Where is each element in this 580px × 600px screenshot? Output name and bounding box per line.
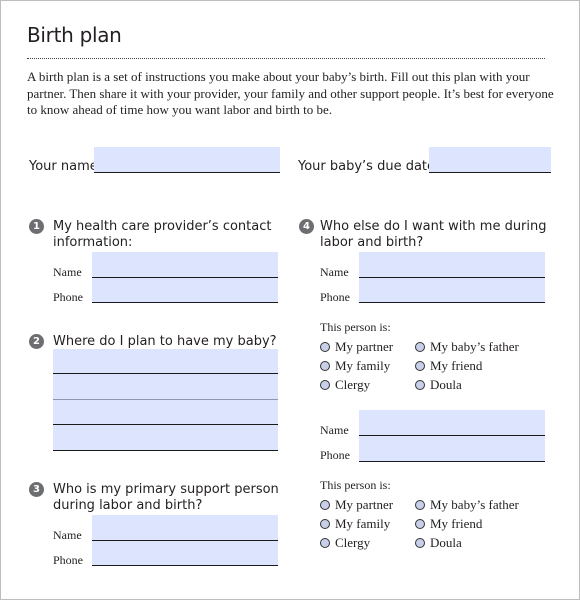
radio-icon[interactable] xyxy=(415,500,425,511)
person-1-name-label: Name xyxy=(320,265,349,279)
person-2-name-field[interactable] xyxy=(359,410,545,436)
section-1-question: My health care provider’s contact inform… xyxy=(53,219,272,250)
person-2-phone-field[interactable] xyxy=(359,436,545,462)
radio-icon[interactable] xyxy=(415,519,425,530)
person-2-option-my-friend[interactable]: My friend xyxy=(415,516,482,532)
section-2-badge: 2 xyxy=(29,334,44,349)
radio-icon[interactable] xyxy=(320,342,330,353)
person-2-option-babys-father[interactable]: My baby’s father xyxy=(415,497,519,513)
birth-plan-page: Birth plan A birth plan is a set of inst… xyxy=(0,0,580,600)
radio-icon[interactable] xyxy=(320,380,330,391)
page-title: Birth plan xyxy=(27,23,122,47)
section-3-phone-field[interactable] xyxy=(92,541,278,566)
person-2-name-label: Name xyxy=(320,423,349,437)
section-1-phone-field[interactable] xyxy=(92,278,278,303)
person-1-phone-label: Phone xyxy=(320,290,350,304)
radio-icon[interactable] xyxy=(320,519,330,530)
title-divider xyxy=(27,58,545,59)
person-1-option-doula[interactable]: Doula xyxy=(415,377,462,393)
person-1-option-clergy[interactable]: Clergy xyxy=(320,377,370,393)
person-2-option-my-partner[interactable]: My partner xyxy=(320,497,393,513)
section-2-line-1[interactable] xyxy=(53,349,278,374)
section-2-line-4[interactable] xyxy=(53,425,278,451)
person-1-phone-field[interactable] xyxy=(359,278,545,303)
section-1-phone-label: Phone xyxy=(53,290,83,304)
person-1-name-field[interactable] xyxy=(359,252,545,278)
section-3-question: Who is my primary support person during … xyxy=(53,482,279,513)
radio-icon[interactable] xyxy=(415,538,425,549)
section-3-badge: 3 xyxy=(29,482,44,497)
section-3-name-field[interactable] xyxy=(92,515,278,541)
person-2-this-person-label: This person is: xyxy=(320,478,391,492)
person-1-this-person-label: This person is: xyxy=(320,320,391,334)
section-4-badge: 4 xyxy=(299,219,314,234)
section-2-line-2[interactable] xyxy=(53,374,278,400)
radio-icon[interactable] xyxy=(320,500,330,511)
section-1-badge: 1 xyxy=(29,219,44,234)
person-2-option-doula[interactable]: Doula xyxy=(415,535,462,551)
person-2-option-clergy[interactable]: Clergy xyxy=(320,535,370,551)
person-2-phone-label: Phone xyxy=(320,448,350,462)
person-1-option-my-friend[interactable]: My friend xyxy=(415,358,482,374)
radio-icon[interactable] xyxy=(320,361,330,372)
due-date-field[interactable] xyxy=(429,147,551,173)
section-2-question: Where do I plan to have my baby? xyxy=(53,334,277,349)
intro-paragraph: A birth plan is a set of instructions yo… xyxy=(27,69,554,117)
section-2-line-3[interactable] xyxy=(53,400,278,425)
section-1-name-label: Name xyxy=(53,265,82,279)
radio-icon[interactable] xyxy=(415,342,425,353)
radio-icon[interactable] xyxy=(415,380,425,391)
radio-icon[interactable] xyxy=(415,361,425,372)
section-3-name-label: Name xyxy=(53,528,82,542)
due-date-label: Your baby’s due date xyxy=(298,159,436,174)
your-name-field[interactable] xyxy=(94,147,280,173)
section-4-question: Who else do I want with me during labor … xyxy=(320,219,547,250)
section-1-name-field[interactable] xyxy=(92,252,278,278)
section-3-phone-label: Phone xyxy=(53,553,83,567)
radio-icon[interactable] xyxy=(320,538,330,549)
person-1-option-my-family[interactable]: My family xyxy=(320,358,390,374)
your-name-label: Your name xyxy=(29,159,98,174)
person-1-option-my-partner[interactable]: My partner xyxy=(320,339,393,355)
person-1-option-babys-father[interactable]: My baby’s father xyxy=(415,339,519,355)
person-2-option-my-family[interactable]: My family xyxy=(320,516,390,532)
